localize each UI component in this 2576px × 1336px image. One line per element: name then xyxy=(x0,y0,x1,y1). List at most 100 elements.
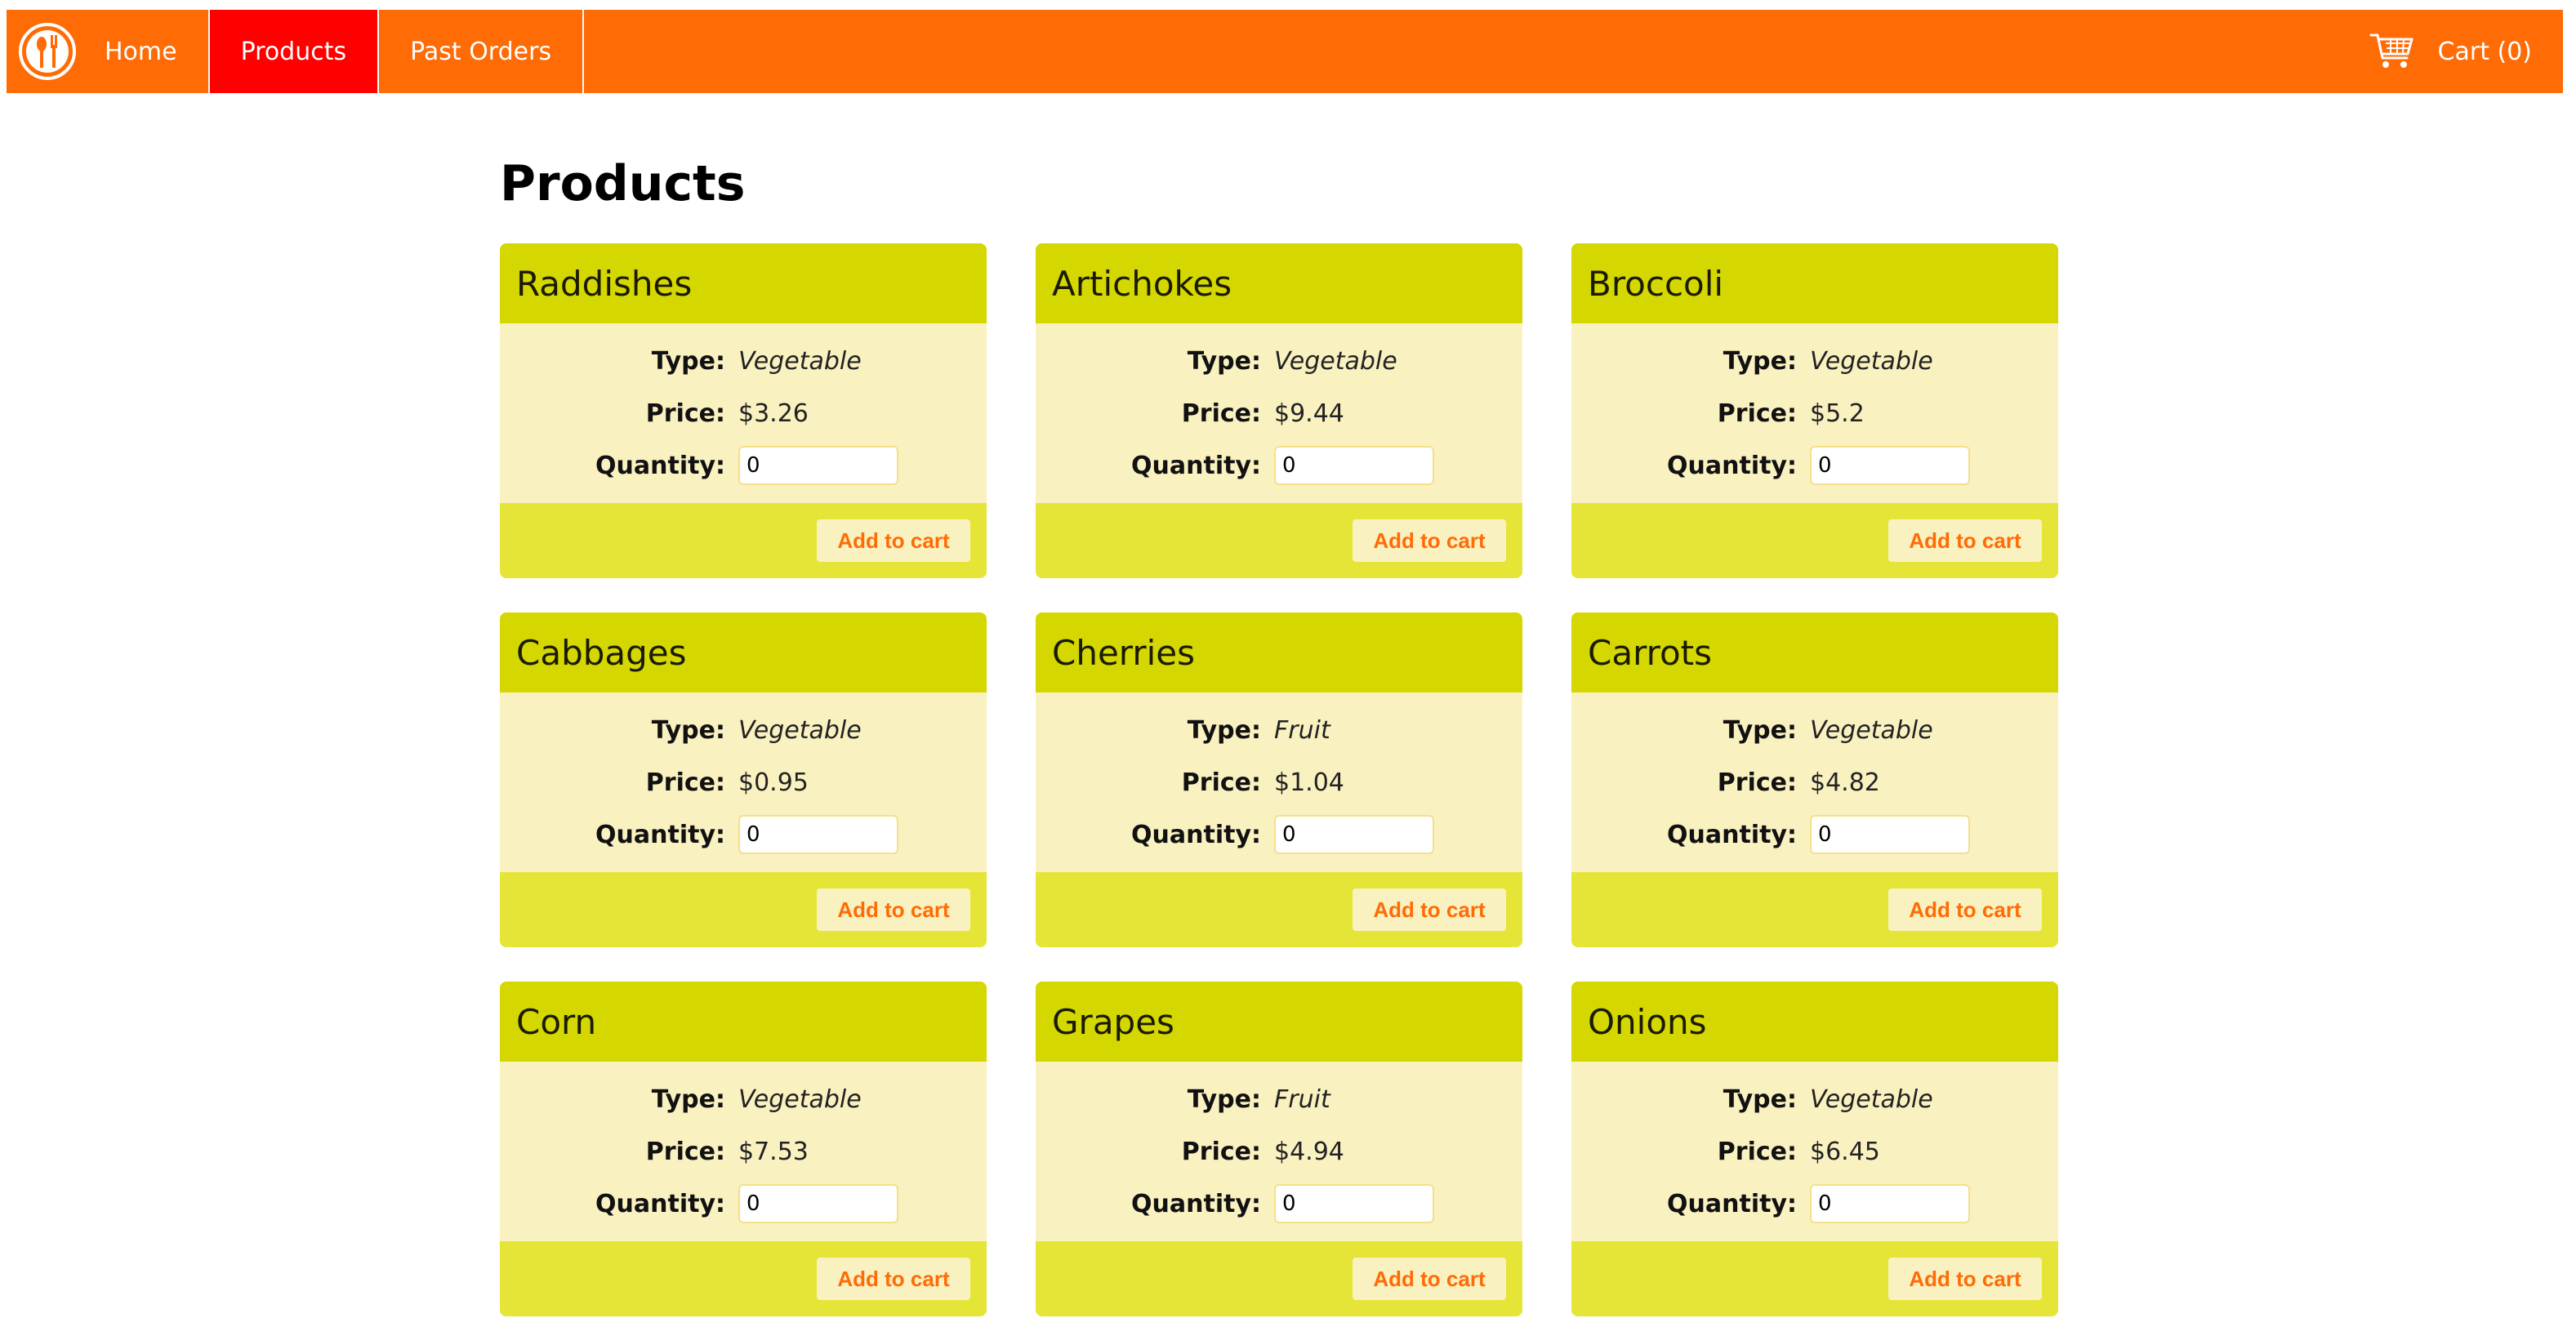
price-row: Price: $7.53 xyxy=(500,1125,987,1178)
product-name: Broccoli xyxy=(1571,243,2058,323)
type-label: Type: xyxy=(1723,1084,1797,1114)
quantity-input[interactable] xyxy=(738,446,898,485)
product-details: Type: Vegetable Price: $0.95 Quantity: xyxy=(500,692,987,872)
product-card-broccoli: Broccoli Type: Vegetable Price: $5.2 Qua… xyxy=(1571,243,2058,578)
price-label: Price: xyxy=(1181,1137,1261,1166)
type-label: Type: xyxy=(1723,715,1797,745)
quantity-input[interactable] xyxy=(738,1184,898,1223)
quantity-label: Quantity: xyxy=(1131,451,1261,480)
add-to-cart-button[interactable]: Add to cart xyxy=(1888,888,2042,931)
type-row: Type: Vegetable xyxy=(500,704,987,756)
quantity-input[interactable] xyxy=(1274,446,1434,485)
quantity-row: Quantity: xyxy=(1036,808,1522,861)
product-card-footer: Add to cart xyxy=(1036,503,1522,578)
quantity-input[interactable] xyxy=(1810,446,1970,485)
price-value: $5.2 xyxy=(1810,399,1865,428)
product-name: Carrots xyxy=(1571,612,2058,692)
page-title: Products xyxy=(500,155,746,212)
type-row: Type: Fruit xyxy=(1036,1073,1522,1125)
cart-link[interactable]: Cart (0) xyxy=(2369,10,2563,93)
quantity-label: Quantity: xyxy=(1667,1189,1797,1218)
quantity-input[interactable] xyxy=(738,815,898,854)
price-row: Price: $9.44 xyxy=(1036,387,1522,439)
price-row: Price: $4.94 xyxy=(1036,1125,1522,1178)
price-label: Price: xyxy=(645,1137,725,1166)
type-label: Type: xyxy=(1723,346,1797,376)
price-value: $6.45 xyxy=(1810,1137,1880,1166)
product-card-carrots: Carrots Type: Vegetable Price: $4.82 Qua… xyxy=(1571,612,2058,947)
type-label: Type: xyxy=(651,346,725,376)
type-row: Type: Vegetable xyxy=(1571,704,2058,756)
product-card-footer: Add to cart xyxy=(1036,872,1522,947)
add-to-cart-button[interactable]: Add to cart xyxy=(1353,888,1506,931)
quantity-label: Quantity: xyxy=(595,820,725,849)
quantity-input[interactable] xyxy=(1274,1184,1434,1223)
type-row: Type: Fruit xyxy=(1036,704,1522,756)
product-card-onions: Onions Type: Vegetable Price: $6.45 Quan… xyxy=(1571,982,2058,1316)
quantity-input[interactable] xyxy=(1810,815,1970,854)
add-to-cart-button[interactable]: Add to cart xyxy=(1353,1258,1506,1300)
quantity-label: Quantity: xyxy=(1667,820,1797,849)
quantity-row: Quantity: xyxy=(1036,1178,1522,1230)
product-card-cabbages: Cabbages Type: Vegetable Price: $0.95 Qu… xyxy=(500,612,987,947)
quantity-row: Quantity: xyxy=(1036,439,1522,492)
type-row: Type: Vegetable xyxy=(500,335,987,387)
product-grid: Raddishes Type: Vegetable Price: $3.26 Q… xyxy=(500,243,2071,1316)
quantity-row: Quantity: xyxy=(1571,439,2058,492)
product-card-cherries: Cherries Type: Fruit Price: $1.04 Quanti… xyxy=(1036,612,1522,947)
price-value: $0.95 xyxy=(738,768,809,797)
price-label: Price: xyxy=(1181,768,1261,797)
quantity-label: Quantity: xyxy=(595,451,725,480)
cart-label: Cart (0) xyxy=(2437,37,2532,66)
add-to-cart-button[interactable]: Add to cart xyxy=(1888,519,2042,562)
type-value: Vegetable xyxy=(1810,1084,1933,1114)
add-to-cart-button[interactable]: Add to cart xyxy=(1353,519,1506,562)
utensils-logo-icon[interactable] xyxy=(7,10,88,93)
quantity-label: Quantity: xyxy=(1131,1189,1261,1218)
type-value: Fruit xyxy=(1274,1084,1330,1114)
type-label: Type: xyxy=(651,1084,725,1114)
type-value: Vegetable xyxy=(1810,346,1933,376)
add-to-cart-button[interactable]: Add to cart xyxy=(1888,1258,2042,1300)
price-row: Price: $4.82 xyxy=(1571,756,2058,808)
quantity-label: Quantity: xyxy=(1667,451,1797,480)
price-label: Price: xyxy=(645,399,725,428)
price-label: Price: xyxy=(1717,399,1797,428)
add-to-cart-button[interactable]: Add to cart xyxy=(817,519,970,562)
product-details: Type: Vegetable Price: $7.53 Quantity: xyxy=(500,1062,987,1241)
nav-past-orders-link[interactable]: Past Orders xyxy=(379,10,585,93)
type-value: Vegetable xyxy=(738,1084,862,1114)
quantity-input[interactable] xyxy=(1810,1184,1970,1223)
product-name: Cabbages xyxy=(500,612,987,692)
product-name: Artichokes xyxy=(1036,243,1522,323)
product-details: Type: Vegetable Price: $4.82 Quantity: xyxy=(1571,692,2058,872)
price-label: Price: xyxy=(645,768,725,797)
price-value: $4.82 xyxy=(1810,768,1880,797)
top-navbar: Home Products Past Orders Cart (0) xyxy=(7,10,2563,93)
quantity-row: Quantity: xyxy=(1571,808,2058,861)
product-details: Type: Vegetable Price: $6.45 Quantity: xyxy=(1571,1062,2058,1241)
nav-products-link[interactable]: Products xyxy=(209,10,380,93)
quantity-input[interactable] xyxy=(1274,815,1434,854)
type-row: Type: Vegetable xyxy=(1036,335,1522,387)
product-card-footer: Add to cart xyxy=(500,1241,987,1316)
quantity-row: Quantity: xyxy=(500,1178,987,1230)
add-to-cart-button[interactable]: Add to cart xyxy=(817,1258,970,1300)
price-label: Price: xyxy=(1717,768,1797,797)
price-value: $9.44 xyxy=(1274,399,1344,428)
product-card-footer: Add to cart xyxy=(1036,1241,1522,1316)
price-value: $3.26 xyxy=(738,399,809,428)
price-row: Price: $5.2 xyxy=(1571,387,2058,439)
product-card-footer: Add to cart xyxy=(500,503,987,578)
product-name: Corn xyxy=(500,982,987,1062)
quantity-label: Quantity: xyxy=(595,1189,725,1218)
product-card-corn: Corn Type: Vegetable Price: $7.53 Quanti… xyxy=(500,982,987,1316)
product-card-footer: Add to cart xyxy=(1571,1241,2058,1316)
price-row: Price: $0.95 xyxy=(500,756,987,808)
product-name: Raddishes xyxy=(500,243,987,323)
add-to-cart-button[interactable]: Add to cart xyxy=(817,888,970,931)
product-card-raddishes: Raddishes Type: Vegetable Price: $3.26 Q… xyxy=(500,243,987,578)
nav-home-link[interactable]: Home xyxy=(88,10,210,93)
product-details: Type: Fruit Price: $1.04 Quantity: xyxy=(1036,692,1522,872)
